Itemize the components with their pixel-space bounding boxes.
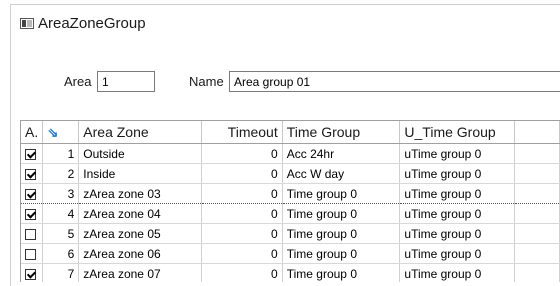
table-header-row: A. ⇘ Area Zone Timeout Time Group U_Time… [21, 121, 560, 144]
u-time-group-cell[interactable]: uTime group 0 [399, 263, 516, 282]
active-checkbox[interactable] [25, 268, 36, 280]
active-checkbox[interactable] [25, 188, 36, 200]
row-filler-cell [514, 243, 560, 264]
row-active-cell[interactable] [21, 203, 44, 224]
area-input[interactable] [97, 71, 155, 92]
column-header-timeout[interactable]: Timeout [201, 121, 283, 144]
timeout-cell[interactable]: 0 [201, 163, 283, 184]
row-index-cell[interactable]: 4 [42, 203, 80, 224]
area-zone-cell[interactable]: Outside [78, 143, 202, 164]
sort-arrows-icon[interactable]: ⇘ [47, 125, 58, 140]
time-group-cell[interactable]: Time group 0 [282, 263, 401, 282]
timeout-cell[interactable]: 0 [201, 243, 283, 264]
table-row[interactable]: 5 zArea zone 05 0 Time group 0 uTime group 0 [21, 223, 560, 244]
time-group-cell[interactable]: Acc W day [282, 163, 401, 184]
active-checkbox[interactable] [25, 208, 36, 220]
row-active-cell[interactable] [21, 163, 44, 184]
area-zone-cell[interactable]: zArea zone 03 [78, 183, 202, 204]
row-index-cell[interactable]: 3 [42, 183, 80, 204]
column-header-u-time-group[interactable]: U_Time Group [399, 121, 516, 144]
title-bar: AreaZoneGroup [20, 13, 146, 33]
active-checkbox[interactable] [25, 148, 36, 160]
area-label: Area [64, 74, 92, 89]
u-time-group-cell[interactable]: uTime group 0 [399, 203, 516, 224]
row-filler-cell [514, 163, 560, 184]
u-time-group-cell[interactable]: uTime group 0 [399, 163, 516, 184]
area-zone-grid: A. ⇘ Area Zone Timeout Time Group U_Time… [20, 120, 560, 282]
time-group-cell[interactable]: Time group 0 [282, 203, 401, 224]
table-row[interactable]: 3 zArea zone 03 0 Time group 0 uTime group 0 [21, 183, 560, 204]
row-index-cell[interactable]: 1 [42, 143, 80, 164]
column-header-time-group[interactable]: Time Group [282, 121, 401, 144]
u-time-group-cell[interactable]: uTime group 0 [399, 223, 516, 244]
timeout-cell[interactable]: 0 [201, 223, 283, 244]
name-input[interactable] [229, 71, 560, 92]
row-active-cell[interactable] [21, 243, 44, 264]
row-filler-cell [514, 203, 560, 224]
timeout-cell[interactable]: 0 [201, 143, 283, 164]
row-index-cell[interactable]: 6 [42, 243, 80, 264]
time-group-cell[interactable]: Time group 0 [282, 183, 401, 204]
window-title: AreaZoneGroup [38, 14, 146, 32]
row-active-cell[interactable] [21, 143, 44, 164]
active-checkbox[interactable] [25, 168, 36, 180]
column-header-active[interactable]: A. [21, 121, 44, 144]
area-zone-cell[interactable]: zArea zone 06 [78, 243, 202, 264]
row-index-cell[interactable]: 7 [42, 263, 80, 282]
timeout-cell[interactable]: 0 [201, 263, 283, 282]
time-group-cell[interactable]: Acc 24hr [282, 143, 401, 164]
active-checkbox[interactable] [25, 228, 36, 240]
table-row[interactable]: 4 zArea zone 04 0 Time group 0 uTime group 0 [21, 203, 560, 224]
area-zone-cell[interactable]: zArea zone 07 [78, 263, 202, 282]
row-filler-cell [514, 263, 560, 282]
table-row[interactable]: 6 zArea zone 06 0 Time group 0 uTime group 0 [21, 243, 560, 264]
u-time-group-cell[interactable]: uTime group 0 [399, 243, 516, 264]
row-filler-cell [514, 183, 560, 204]
row-index-cell[interactable]: 2 [42, 163, 80, 184]
table-row[interactable]: 7 zArea zone 07 0 Time group 0 uTime group 0 [21, 263, 560, 282]
row-active-cell[interactable] [21, 183, 44, 204]
row-active-cell[interactable] [21, 223, 44, 244]
column-header-sort[interactable]: ⇘ [42, 121, 80, 144]
area-zone-cell[interactable]: zArea zone 04 [78, 203, 202, 224]
table-row[interactable]: 1 Outside 0 Acc 24hr uTime group 0 [21, 143, 560, 164]
window-icon [20, 17, 34, 29]
time-group-cell[interactable]: Time group 0 [282, 243, 401, 264]
timeout-cell[interactable]: 0 [201, 183, 283, 204]
row-filler-cell [514, 223, 560, 244]
time-group-cell[interactable]: Time group 0 [282, 223, 401, 244]
column-header-filler [514, 121, 560, 144]
u-time-group-cell[interactable]: uTime group 0 [399, 143, 516, 164]
area-zone-cell[interactable]: Inside [78, 163, 202, 184]
area-zone-cell[interactable]: zArea zone 05 [78, 223, 202, 244]
active-checkbox[interactable] [25, 248, 36, 260]
table-row[interactable]: 2 Inside 0 Acc W day uTime group 0 [21, 163, 560, 184]
area-zone-table: A. ⇘ Area Zone Timeout Time Group U_Time… [21, 121, 560, 282]
column-header-area-zone[interactable]: Area Zone [78, 121, 202, 144]
row-index-cell[interactable]: 5 [42, 223, 80, 244]
row-filler-cell [514, 143, 560, 164]
name-label: Name [189, 74, 224, 89]
u-time-group-cell[interactable]: uTime group 0 [399, 183, 516, 204]
row-active-cell[interactable] [21, 263, 44, 282]
timeout-cell[interactable]: 0 [201, 203, 283, 224]
